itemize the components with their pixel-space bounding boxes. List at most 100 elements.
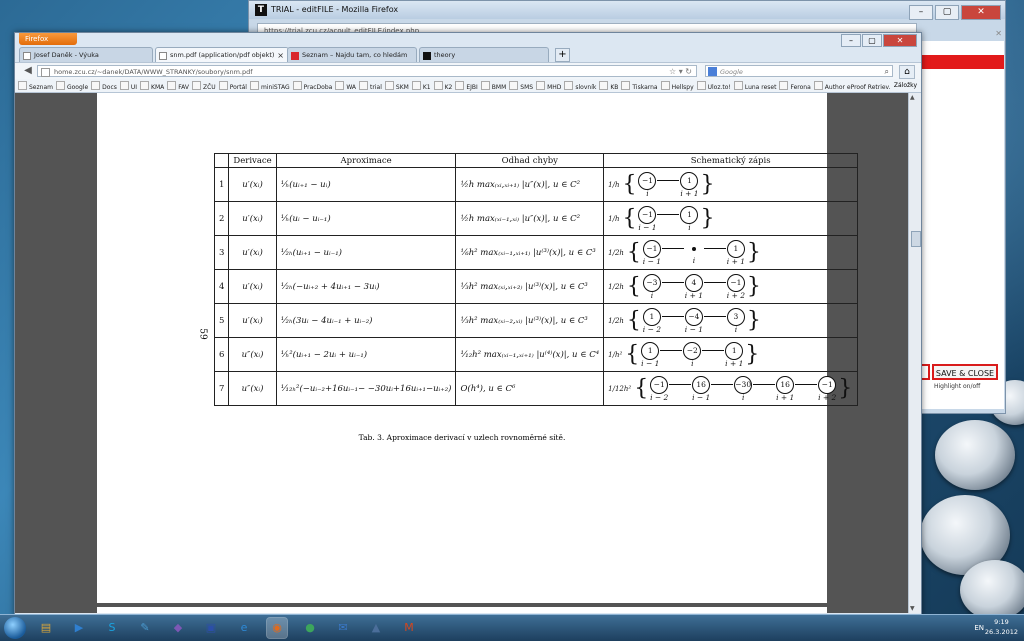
bookmark-item[interactable]: SMS xyxy=(509,81,533,92)
stencil-index: i xyxy=(646,188,649,198)
bookmark-item[interactable]: Tiskarna xyxy=(621,81,658,92)
hat-icon[interactable]: ▲ xyxy=(366,618,386,638)
clock[interactable]: 9:19 26.3.2012 xyxy=(985,617,1018,637)
close-button[interactable]: ✕ xyxy=(961,5,1001,20)
stencil-weight: 1 xyxy=(641,341,660,360)
chrome-icon[interactable]: ● xyxy=(300,618,320,638)
vertical-scrollbar[interactable]: ▲ ▼ xyxy=(908,93,921,613)
search-input[interactable]: Google ⌕ xyxy=(705,65,893,77)
tab-snm-pdf[interactable]: snm.pdf (application/pdf objekt) × xyxy=(155,47,289,62)
bookmark-item[interactable]: Seznam xyxy=(18,81,53,92)
bookmark-item[interactable]: BMM xyxy=(480,81,506,92)
bookmark-item[interactable]: Ferona xyxy=(779,81,811,92)
firefox-menu-button[interactable]: Firefox xyxy=(19,33,77,45)
stencil-weight: −1 xyxy=(818,375,837,394)
highlight-toggle[interactable]: Highlight on/off xyxy=(934,383,980,390)
bookmarks-menu[interactable]: Záložky xyxy=(889,79,917,92)
bookmark-item[interactable]: Docs xyxy=(91,81,117,92)
search-icon[interactable]: ⌕ xyxy=(885,66,889,78)
stencil-index: i + 1 xyxy=(725,358,744,368)
notepad-icon[interactable]: ✎ xyxy=(135,618,155,638)
url-bar[interactable]: home.zcu.cz/~danek/DATA/WWW_STRANKY/soub… xyxy=(37,65,697,77)
matlab-icon[interactable]: M xyxy=(399,618,419,638)
bookmark-item[interactable]: KMA xyxy=(140,81,164,92)
pdf-page: 59 Derivace Aproximace Odhad chyby Schem… xyxy=(97,93,859,603)
bookmark-item[interactable]: trial xyxy=(359,81,382,92)
close-icon[interactable]: ✕ xyxy=(995,29,1002,38)
stencil-link xyxy=(703,315,726,317)
maximize-button[interactable]: ▢ xyxy=(935,5,959,20)
close-button[interactable]: ✕ xyxy=(883,34,917,47)
minimize-button[interactable]: – xyxy=(841,34,861,47)
left-button[interactable] xyxy=(922,364,930,380)
save-icon[interactable]: ▣ xyxy=(201,618,221,638)
scroll-down-icon[interactable]: ▼ xyxy=(910,605,915,612)
bookmark-label: Tiskarna xyxy=(632,84,658,91)
bookmark-icon xyxy=(813,81,823,90)
skype-icon[interactable]: S xyxy=(102,618,122,638)
scroll-up-icon[interactable]: ▲ xyxy=(910,94,915,101)
bookmark-item[interactable]: FAV xyxy=(167,81,189,92)
bookmark-label: Uloz.to! xyxy=(707,84,731,91)
back-arrow-icon[interactable]: ◀ xyxy=(21,64,35,78)
tab-theory[interactable]: theory xyxy=(419,47,549,62)
right-brace: } xyxy=(745,341,760,367)
bookmark-item[interactable]: UI xyxy=(119,81,138,92)
app-icon[interactable]: ◆ xyxy=(168,618,188,638)
firefox-window[interactable]: Firefox – ▢ ✕ Josef Daněk - Výuka snm.pdf … xyxy=(14,32,922,616)
editfile-titlebar[interactable]: T TRIAL - editFILE - Mozilla Firefox – ▢ ✕ xyxy=(249,1,1005,20)
right-brace: } xyxy=(746,239,761,265)
left-brace: { xyxy=(625,341,640,367)
bookmark-item[interactable]: Uloz.to! xyxy=(696,81,731,92)
bookmark-item[interactable]: SKM xyxy=(384,81,409,92)
bookmark-icon xyxy=(359,81,369,90)
bookmark-label: trial xyxy=(370,84,382,91)
home-icon[interactable]: ⌂ xyxy=(899,65,915,79)
pdf-viewer[interactable]: 59 Derivace Aproximace Odhad chyby Schem… xyxy=(15,93,909,613)
thunderbird-icon[interactable]: ✉ xyxy=(333,618,353,638)
bookmark-icon xyxy=(249,81,259,90)
new-tab-button[interactable]: + xyxy=(555,48,570,62)
row-number: 7 xyxy=(213,371,230,406)
bookmark-item[interactable]: Portál xyxy=(218,81,247,92)
bookmark-item[interactable]: PracDoba xyxy=(292,81,332,92)
maximize-button[interactable]: ▢ xyxy=(862,34,882,47)
scroll-thumb[interactable] xyxy=(911,231,921,247)
bookmark-item[interactable]: MHD xyxy=(536,81,561,92)
bookmark-item[interactable]: Author eProof Retriev... xyxy=(813,81,894,92)
bookmark-label: slovník xyxy=(575,84,597,91)
save-close-button[interactable]: SAVE & CLOSE xyxy=(932,364,998,380)
table-header-derivace: Derivace xyxy=(228,153,277,168)
start-button[interactable] xyxy=(4,617,26,639)
bookmark-item[interactable]: K2 xyxy=(433,81,452,92)
reload-icon[interactable]: ☆ ▾ ↻ xyxy=(669,66,692,78)
bookmark-item[interactable]: Google xyxy=(55,81,88,92)
firefox-icon[interactable]: ◉ xyxy=(267,618,287,638)
bookmark-item[interactable]: EJBI xyxy=(455,81,478,92)
bookmark-item[interactable]: ZČU xyxy=(192,81,216,92)
row-number: 6 xyxy=(213,337,230,372)
stencil-index: i − 2 xyxy=(650,392,669,402)
page-number: 59 xyxy=(197,328,208,340)
stencil-node: 3i xyxy=(726,307,746,334)
bookmark-item[interactable]: slovník xyxy=(564,81,597,92)
bookmark-item[interactable]: Hellspy xyxy=(660,81,694,92)
bookmark-item[interactable]: miniSTAG xyxy=(249,81,290,92)
stencil-index: i + 1 xyxy=(726,256,746,266)
table-header-aproximace: Aproximace xyxy=(275,153,457,168)
bookmark-label: UI xyxy=(130,84,138,91)
stencil-node: −30 i xyxy=(733,375,753,402)
tray-language[interactable]: EN xyxy=(974,618,984,638)
minimize-button[interactable]: – xyxy=(909,5,933,20)
bookmark-item[interactable]: KB xyxy=(599,81,618,92)
ie-icon[interactable]: e xyxy=(234,618,254,638)
close-tab-icon[interactable]: × xyxy=(277,48,284,62)
media-icon[interactable]: ▶ xyxy=(69,618,89,638)
bookmark-item[interactable]: Luna reset xyxy=(733,81,776,92)
stencil-index: i xyxy=(650,290,654,300)
explorer-icon[interactable]: ▤ xyxy=(36,618,56,638)
tab-josef-danek[interactable]: Josef Daněk - Výuka xyxy=(19,47,153,62)
tab-seznam[interactable]: Seznam – Najdu tam, co hledám xyxy=(287,47,417,62)
bookmark-item[interactable]: WA xyxy=(335,81,356,92)
bookmark-item[interactable]: K1 xyxy=(411,81,431,92)
